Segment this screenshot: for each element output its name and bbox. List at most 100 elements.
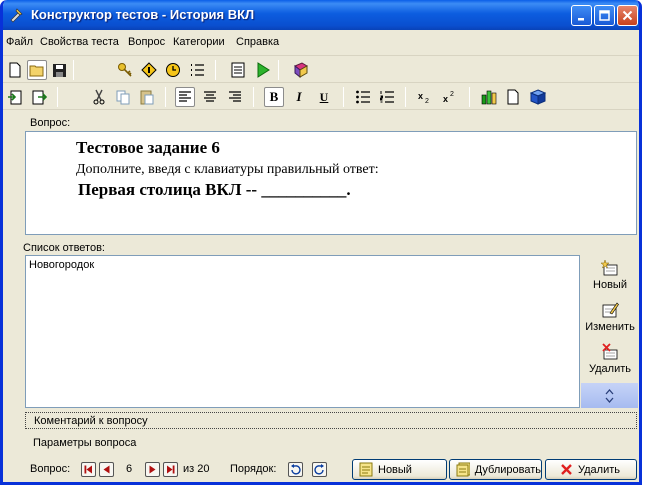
new-item-icon [601, 259, 618, 276]
current-question-number: 6 [126, 463, 133, 475]
app-window: Конструктор тестов - История ВКЛ Файл Св… [0, 0, 642, 485]
paste-button[interactable] [137, 87, 157, 107]
import-button[interactable] [5, 87, 25, 107]
cube-button[interactable] [528, 87, 548, 107]
question-text: Первая столица ВКЛ -- __________. [78, 180, 351, 199]
new-answer-button[interactable]: Новый [582, 259, 638, 291]
scissors-icon [93, 89, 105, 105]
menu-file[interactable]: Файл [6, 36, 33, 48]
answers-list[interactable]: Новогородок [25, 255, 580, 408]
question-section-label: Вопрос: [30, 117, 71, 129]
bar-chart-icon [481, 90, 497, 105]
export-clipboard-icon [32, 90, 47, 105]
save-button[interactable] [49, 60, 69, 80]
underline-button[interactable]: U [314, 87, 334, 107]
menu-help[interactable]: Справка [236, 36, 279, 48]
minimize-icon [578, 18, 584, 21]
menu-bar: Файл Свойства теста Вопрос Категории Спр… [3, 30, 639, 56]
edit-answer-button[interactable]: Изменить [582, 301, 638, 333]
undo-arrow-icon [291, 464, 301, 475]
properties-button[interactable] [228, 60, 248, 80]
bold-button[interactable]: B [264, 87, 284, 107]
new-file-button[interactable] [5, 60, 25, 80]
list-button[interactable] [187, 60, 207, 80]
numbered-list-button[interactable] [377, 87, 397, 107]
prev-icon [103, 465, 110, 474]
toolbar-separator [165, 87, 166, 107]
cut-button[interactable] [89, 87, 109, 107]
new-answer-label: Новый [593, 279, 627, 291]
question-editor[interactable]: Тестовое задание 6 Дополните, введя с кл… [25, 131, 637, 235]
list-item[interactable]: Новогородок [29, 259, 94, 271]
first-question-button[interactable] [81, 462, 96, 477]
new-question-label: Новый [378, 463, 412, 476]
blank-page-button[interactable] [503, 87, 523, 107]
maximize-icon [599, 10, 610, 21]
open-file-button[interactable] [27, 60, 47, 80]
redo-arrow-icon [314, 464, 324, 475]
align-center-button[interactable] [200, 87, 220, 107]
bullet-list-icon [356, 90, 370, 104]
edit-answer-label: Изменить [585, 321, 635, 333]
chevron-up-icon[interactable] [605, 388, 614, 395]
title-bar[interactable]: Конструктор тестов - История ВКЛ [3, 0, 639, 30]
last-question-button[interactable] [163, 462, 178, 477]
duplicate-question-button[interactable]: Дублировать [449, 459, 542, 480]
svg-text:x: x [418, 91, 423, 101]
first-icon [84, 465, 92, 474]
question-instruction: Дополните, введя с клавиатуры правильный… [76, 162, 379, 177]
toolbar-separator [343, 87, 344, 107]
window-title: Конструктор тестов - История ВКЛ [31, 7, 255, 22]
document-icon [507, 89, 519, 105]
delete-question-button[interactable]: Удалить [545, 459, 637, 480]
copy-icon [116, 90, 130, 105]
params-panel[interactable]: Параметры вопроса [33, 437, 136, 449]
menu-categories[interactable]: Категории [173, 36, 225, 48]
new-question-button[interactable]: Новый [352, 459, 447, 480]
superscript-button[interactable]: x2 [440, 87, 460, 107]
duplicate-icon [456, 462, 470, 477]
menu-question[interactable]: Вопрос [128, 36, 165, 48]
key-button[interactable] [115, 60, 135, 80]
reorder-spinner[interactable] [581, 383, 638, 408]
run-test-button[interactable] [253, 60, 273, 80]
order-redo-button[interactable] [312, 462, 327, 477]
comment-panel[interactable]: Коментарий к вопросу [25, 412, 637, 429]
bullet-list-button[interactable] [353, 87, 373, 107]
delete-answer-label: Удалить [589, 363, 631, 375]
clock-icon [166, 63, 180, 77]
subscript-button[interactable]: x2 [415, 87, 435, 107]
svg-text:2: 2 [425, 98, 429, 105]
chevron-down-icon[interactable] [605, 397, 614, 403]
new-document-icon [9, 62, 21, 78]
format-toolbar: B I U x2 x2 [3, 84, 639, 110]
timer-button[interactable] [163, 60, 183, 80]
order-undo-button[interactable] [288, 462, 303, 477]
delete-answer-button[interactable]: Удалить [582, 343, 638, 375]
close-icon [622, 10, 633, 21]
copy-button[interactable] [113, 87, 133, 107]
note-icon [359, 462, 373, 477]
minimize-button[interactable] [571, 5, 592, 26]
diamond-button[interactable] [139, 60, 159, 80]
total-questions: из 20 [183, 463, 210, 475]
book-button[interactable] [291, 60, 311, 80]
next-question-button[interactable] [145, 462, 160, 477]
menu-test-properties[interactable]: Свойства теста [40, 36, 119, 48]
paste-icon [140, 90, 154, 105]
maximize-button[interactable] [594, 5, 615, 26]
close-button[interactable] [617, 5, 638, 26]
align-left-button[interactable] [175, 87, 195, 107]
book-icon [294, 62, 308, 78]
numbered-list-icon [380, 91, 394, 103]
diamond-warning-icon [141, 62, 157, 78]
align-right-button[interactable] [225, 87, 245, 107]
italic-button[interactable]: I [289, 87, 309, 107]
main-toolbar [3, 57, 639, 83]
folder-icon [29, 65, 44, 77]
export-button[interactable] [29, 87, 49, 107]
chart-button[interactable] [479, 87, 499, 107]
prev-question-button[interactable] [99, 462, 114, 477]
cube-icon [530, 89, 546, 105]
toolbar-separator [469, 87, 470, 107]
